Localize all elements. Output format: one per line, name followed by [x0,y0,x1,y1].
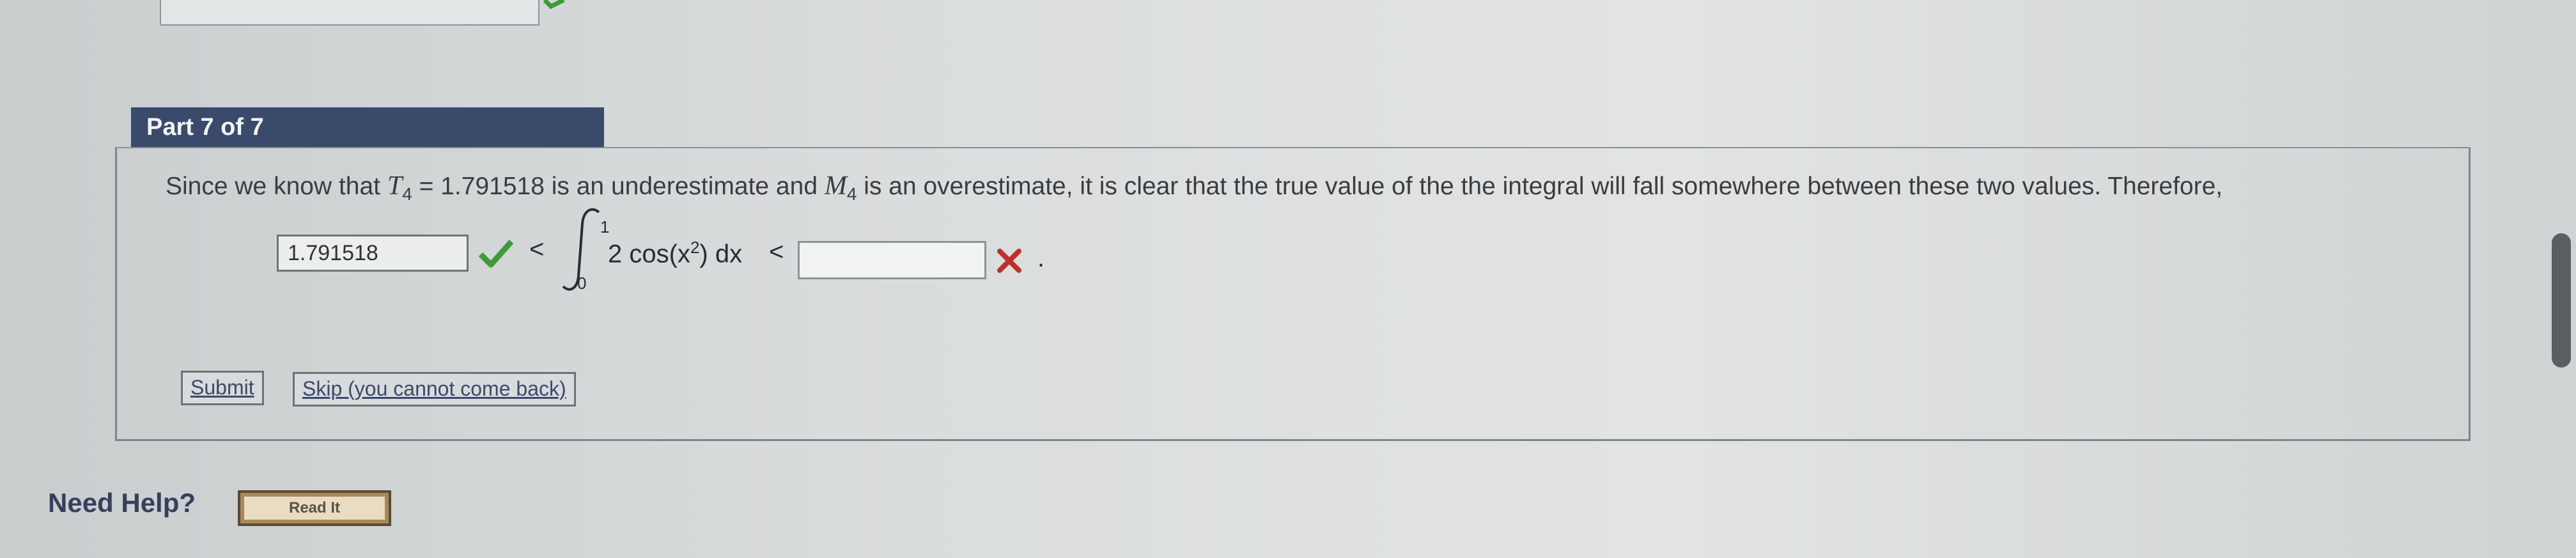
integrand: 2 cos(x2) dx [608,238,742,268]
need-help-label: Need Help? [48,488,196,518]
part-header: Part 7 of 7 [131,107,604,147]
submit-button[interactable]: Submit [181,371,264,405]
integrand-text: ) dx [699,240,743,268]
integrand-exponent: 2 [690,238,700,257]
m-subscript: 4 [846,183,857,204]
statement-text: = 1.791518 is an underestimate and [412,173,825,200]
read-it-label: Read It [244,497,385,520]
check-icon [478,238,514,268]
statement-text: is an overestimate, it is clear that the… [857,173,2223,200]
less-than-sign: < [529,235,545,263]
statement-text: Since we know that [166,173,387,200]
lower-bound-answer-input[interactable]: 1.791518 [277,235,469,272]
less-than-sign: < [769,238,784,266]
read-it-button[interactable]: Read It [238,490,391,526]
previous-answer-box[interactable] [160,0,539,26]
skip-button[interactable]: Skip (you cannot come back) [293,372,576,407]
question-panel: Since we know that T4 = 1.791518 is an u… [115,147,2471,441]
question-statement: Since we know that T4 = 1.791518 is an u… [166,171,2223,205]
upper-limit: 1 [600,217,610,236]
upper-bound-answer-input[interactable] [798,241,986,279]
m-symbol: M [824,171,847,201]
t-subscript: 4 [402,183,412,204]
integrand-text: 2 cos(x [608,240,690,268]
scrollbar-thumb[interactable] [2552,233,2571,368]
check-icon [543,0,565,10]
sentence-period: . [1037,244,1045,272]
t-symbol: T [387,171,403,201]
x-icon [996,247,1023,274]
lower-limit: 0 [577,274,587,293]
